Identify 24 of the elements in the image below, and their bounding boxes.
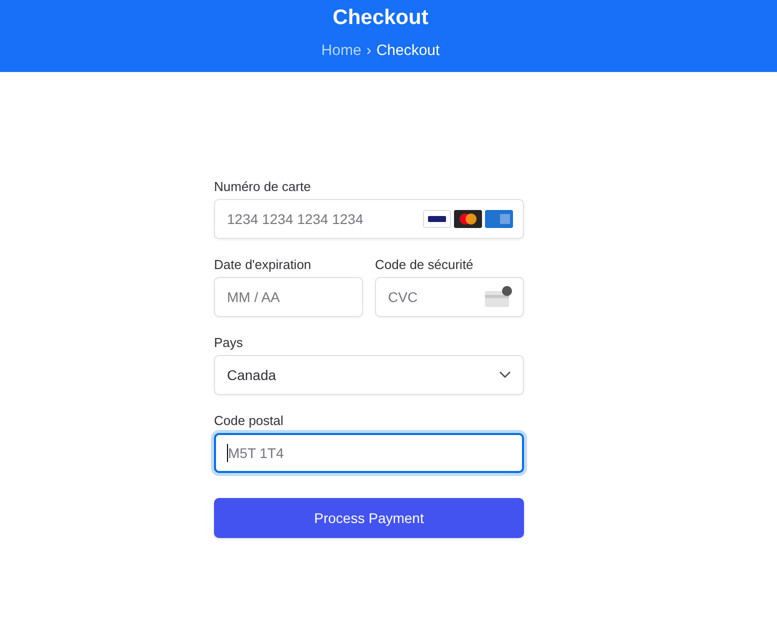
text-cursor [227,444,228,462]
field-label: Date d'expiration [214,257,312,273]
process-payment-button[interactable]: Process Payment [214,498,524,538]
country-select[interactable]: Canada [214,355,524,395]
field-label: Numéro de carte [214,179,312,195]
cvc-field[interactable]: CVC [375,277,524,317]
field-label: Pays [214,335,244,351]
field-placeholder: MM / AA [227,288,280,306]
postal-code-field[interactable]: M5T 1T4 [214,433,524,473]
card-number-field[interactable]: 1234 1234 1234 1234 [214,199,524,239]
field-placeholder: CVC [388,288,418,306]
field-label: Code postal [214,413,284,429]
breadcrumb-current: Checkout [376,41,440,61]
expiry-field[interactable]: MM / AA [214,277,363,317]
card-back-icon [485,286,513,308]
chevron-down-icon [499,371,511,379]
field-placeholder: M5T 1T4 [228,444,284,462]
page-title: Checkout [332,5,428,31]
select-value: Canada [227,366,276,384]
field-label: Code de sécurité [375,257,474,273]
field-placeholder: 1234 1234 1234 1234 [227,210,364,228]
mastercard-icon [454,210,482,228]
breadcrumb-link[interactable]: Home [321,41,362,61]
breadcrumb-separator: › [366,41,372,61]
